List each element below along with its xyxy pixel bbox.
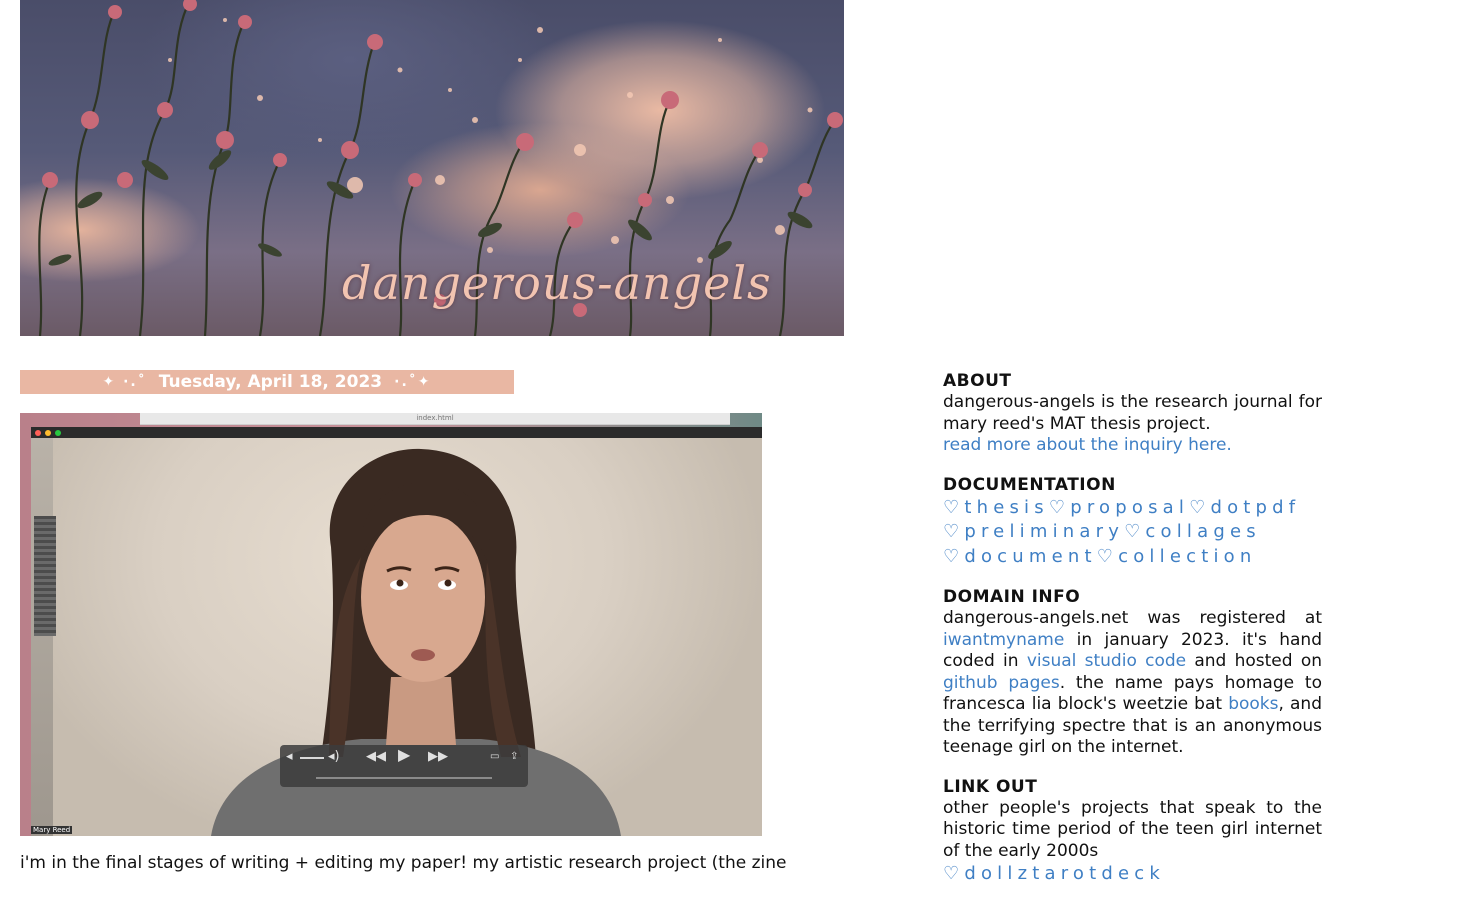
video-player-window: ◂ ◂) ◀◀ ▶ ▶▶ ▭ ⇪ Mary Reed [31, 427, 762, 836]
heart-icon: ♡ [1048, 496, 1071, 518]
browser-tab-bar: index.html [140, 413, 730, 425]
about-heading: ABOUT [943, 371, 1012, 391]
sidebar: ABOUT dangerous-angels is the research j… [943, 370, 1322, 904]
link-out-heading: LINK OUT [943, 776, 1038, 797]
heart-icon: ♡ [943, 545, 965, 567]
link-out-dollztarotdeck[interactable]: ♡dollztarotdeck [943, 863, 1165, 884]
heart-icon: ♡ [1124, 521, 1146, 542]
doc-link-document[interactable]: ♡document [943, 546, 1097, 567]
inquiry-link[interactable]: read more about the inquiry here. [943, 435, 1232, 455]
post-date-bar: ✦ ·.˚ Tuesday, April 18, 2023 ·.˚✦ [20, 370, 514, 394]
heart-icon: ♡ [1096, 545, 1119, 567]
play-icon[interactable]: ▶ [398, 747, 410, 763]
domain-info-heading: DOMAIN INFO [943, 587, 1081, 607]
heart-icon: ♡ [943, 863, 965, 884]
date-decoration-left: ✦ ·.˚ [102, 374, 147, 390]
heart-icon: ♡ [1189, 496, 1211, 518]
iwantmyname-link[interactable]: iwantmyname [943, 630, 1064, 650]
github-pages-link[interactable]: github pages [943, 673, 1060, 693]
volume-high-icon[interactable]: ◂) [328, 750, 340, 764]
domain-info-text: dangerous-angels.net was registered at i… [943, 608, 1322, 757]
documentation-heading: DOCUMENTATION [943, 474, 1116, 495]
video-name-tag: Mary Reed [31, 826, 73, 834]
link-out-links: ♡dollztarotdeck [943, 862, 1322, 887]
doc-link-collection[interactable]: ♡collection [1097, 546, 1257, 567]
share-icon[interactable]: ⇪ [510, 750, 518, 764]
doc-link-collages[interactable]: ♡collages [1124, 521, 1261, 542]
post-date: Tuesday, April 18, 2023 [158, 372, 383, 392]
heart-icon: ♡ [943, 521, 965, 542]
volume-low-icon[interactable]: ◂ [286, 750, 293, 764]
doc-link-preliminary[interactable]: ♡preliminary [943, 521, 1124, 542]
volume-slider[interactable] [300, 757, 324, 759]
fast-forward-icon[interactable]: ▶▶ [428, 750, 448, 764]
about-text: dangerous-angels is the research journal… [943, 392, 1322, 434]
doc-link-thesis[interactable]: ♡thesis [943, 497, 1049, 518]
video-progress-bar[interactable] [316, 777, 492, 779]
books-link[interactable]: books [1228, 694, 1278, 714]
browser-tab-title: index.html [416, 414, 454, 422]
domain-info-section: DOMAIN INFO dangerous-angels.net was reg… [943, 586, 1322, 759]
airplay-icon[interactable]: ▭ [490, 750, 499, 764]
doc-link-proposal[interactable]: ♡proposal [1049, 497, 1189, 518]
header-banner: dangerous-angels [20, 0, 844, 336]
banner-title: dangerous-angels [342, 256, 772, 310]
heart-icon: ♡ [943, 496, 965, 518]
video-player-controls[interactable]: ◂ ◂) ◀◀ ▶ ▶▶ ▭ ⇪ [280, 745, 528, 787]
date-decoration-right: ·.˚✦ [394, 374, 432, 390]
link-out-section: LINK OUT other people's projects that sp… [943, 776, 1322, 887]
doc-link-dotpdf[interactable]: ♡dotpdf [1189, 497, 1300, 518]
link-out-text: other people's projects that speak to th… [943, 797, 1322, 861]
documentation-section: DOCUMENTATION ♡thesis♡proposal♡dotpdf ♡p… [943, 474, 1322, 570]
post-video-screenshot: index.html ◂ ◂) ◀◀ ▶ ▶▶ ▭ ⇪ Mary Reed [20, 413, 762, 836]
about-section: ABOUT dangerous-angels is the research j… [943, 370, 1322, 457]
rewind-icon[interactable]: ◀◀ [366, 750, 386, 764]
vscode-link[interactable]: visual studio code [1027, 651, 1186, 671]
post-body-text: i'm in the final stages of writing + edi… [20, 853, 787, 873]
documentation-links: ♡thesis♡proposal♡dotpdf ♡preliminary♡col… [943, 496, 1322, 570]
